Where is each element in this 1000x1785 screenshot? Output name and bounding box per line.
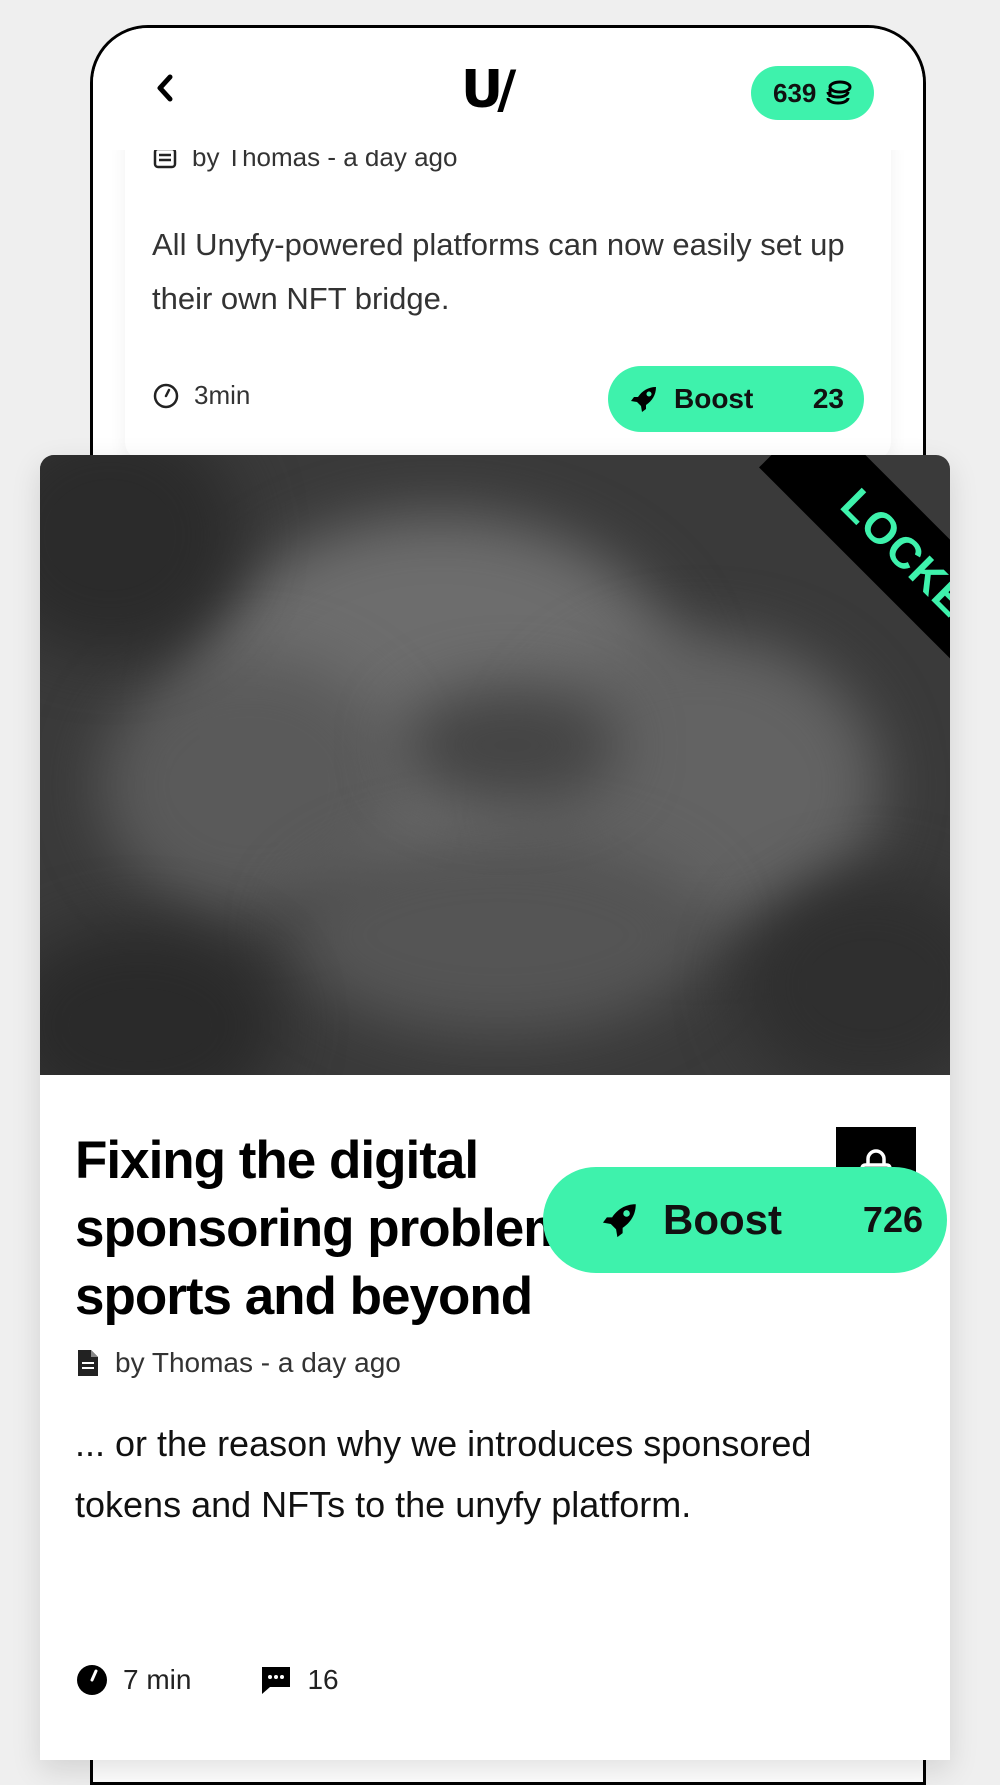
locked-ribbon-label: LOCKED — [759, 455, 950, 722]
post-stats: 7 min 16 — [75, 1663, 339, 1697]
comment-icon[interactable] — [259, 1664, 293, 1696]
post-excerpt: ... or the reason why we introduces spon… — [75, 1423, 812, 1525]
rocket-icon — [602, 1204, 636, 1238]
boost-count: 23 — [812, 383, 844, 414]
clock-icon — [153, 383, 179, 408]
boost-label: Boost — [663, 1196, 782, 1243]
post-card-nft-bridge[interactable]: by Thomas - a day ago All Unyfy-powered … — [125, 130, 891, 460]
app-logo[interactable]: U/ — [461, 64, 516, 116]
post-excerpt: All Unyfy-powered platforms can now easi… — [152, 227, 845, 316]
comment-count: 16 — [307, 1664, 339, 1695]
read-time-value: 7 min — [123, 1664, 192, 1695]
cover-image-blurred: LOCKED — [40, 455, 950, 1075]
top-bar: U/ 639 — [93, 28, 923, 150]
post-meta: by Thomas - a day ago — [75, 1347, 401, 1379]
boost-count: 726 — [862, 1199, 923, 1240]
back-button[interactable] — [143, 66, 187, 110]
boost-label: Boost — [674, 383, 754, 414]
coins-icon — [826, 80, 852, 105]
post-card-locked[interactable]: LOCKED Fixing the digital sponsoring pro… — [40, 455, 950, 1760]
read-time: 3min — [152, 380, 250, 411]
boost-button-primary[interactable]: Boost 726 — [543, 1167, 947, 1273]
chevron-left-icon — [157, 74, 173, 102]
boost-button[interactable]: Boost 23 — [608, 366, 864, 432]
document-icon — [78, 1350, 98, 1376]
clock-icon — [77, 1665, 107, 1695]
coin-balance-value: 639 — [773, 77, 817, 108]
rocket-icon — [631, 387, 656, 412]
coin-balance[interactable]: 639 — [751, 66, 875, 120]
locked-ribbon: LOCKED — [726, 455, 950, 725]
read-time-value: 3min — [194, 380, 251, 410]
post-author-time: by Thomas - a day ago — [115, 1347, 401, 1378]
